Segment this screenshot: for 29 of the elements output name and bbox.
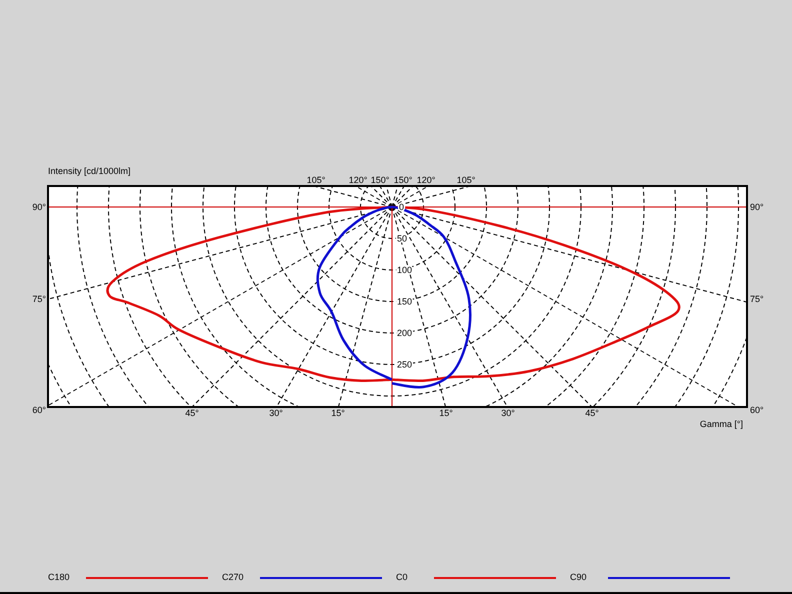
tick-label: 105° xyxy=(306,175,326,185)
tick-label: 150° xyxy=(370,175,390,185)
tick-label: 30° xyxy=(501,408,515,418)
tick-label: 60° xyxy=(750,405,764,415)
tick-label: 105° xyxy=(456,175,476,185)
tick-label: 50 xyxy=(397,234,408,244)
tick-label: 45° xyxy=(585,408,599,418)
tick-label: 200 xyxy=(397,328,412,338)
axis-title: Gamma [°] xyxy=(700,419,743,429)
tick-label: 75° xyxy=(32,294,46,304)
tick-label: 15° xyxy=(331,408,345,418)
tick-label: 60° xyxy=(32,405,46,415)
axis-title: Intensity [cd/1000lm] xyxy=(48,166,131,176)
tick-label: 30° xyxy=(269,408,283,418)
tick-label: 90° xyxy=(32,202,46,212)
tick-label: 120° xyxy=(348,175,368,185)
tick-label: 100 xyxy=(397,265,412,275)
tick-label: 75° xyxy=(750,294,764,304)
legend-label: C0 xyxy=(396,571,409,584)
tick-label: 120° xyxy=(416,175,436,185)
tick-label: 15° xyxy=(439,408,453,418)
tick-label: 90° xyxy=(750,202,764,212)
legend-label: C270 xyxy=(222,571,245,584)
tick-label: 150 xyxy=(397,296,412,306)
tick-label: 45° xyxy=(185,408,199,418)
tick-label: 150° xyxy=(394,175,412,185)
tick-label: 250 xyxy=(397,360,412,370)
legend-label: C180 xyxy=(48,571,71,584)
legend-label: C90 xyxy=(570,571,588,584)
